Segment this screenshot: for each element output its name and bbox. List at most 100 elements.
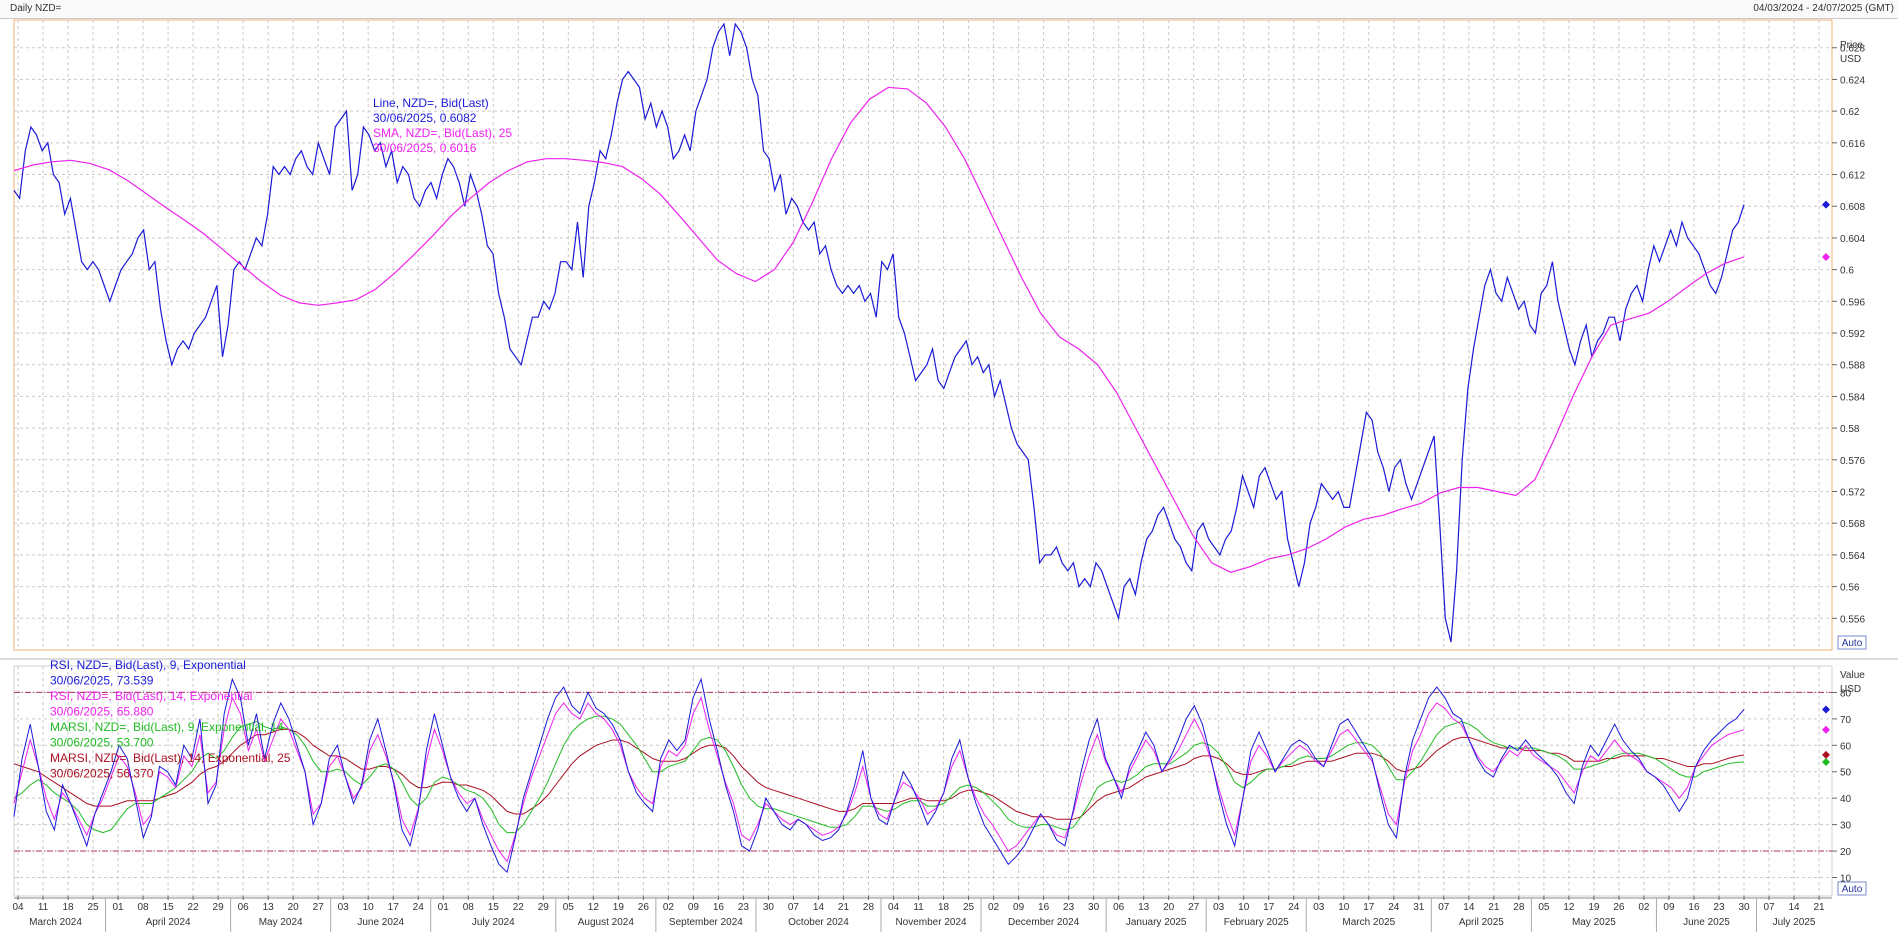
x-tick-label: 15 [488, 902, 500, 913]
x-tick-label: 13 [1138, 902, 1150, 913]
x-month-label: February 2025 [1224, 917, 1289, 928]
y-tick-label: 30 [1840, 821, 1852, 832]
rsi-legend-entry: RSI, NZD=, Bid(Last), 9, Exponential [50, 658, 246, 672]
y-tick-label: 0.62 [1840, 107, 1860, 118]
x-tick-label: 08 [463, 902, 475, 913]
x-month-label: November 2024 [895, 917, 967, 928]
x-tick-label: 11 [913, 902, 924, 913]
y-tick-label: 0.576 [1840, 456, 1865, 467]
x-tick-label: 11 [38, 902, 49, 913]
x-tick-label: 10 [1238, 902, 1250, 913]
x-tick-label: 23 [1713, 902, 1725, 913]
x-tick-label: 10 [1338, 902, 1350, 913]
y-tick-label: 0.604 [1840, 234, 1865, 245]
price-legend-entry: 30/06/2025, 0.6082 [373, 111, 477, 125]
x-tick-label: 06 [1113, 902, 1125, 913]
x-tick-label: 01 [438, 902, 450, 913]
x-tick-label: 30 [763, 902, 775, 913]
x-tick-label: 13 [263, 902, 275, 913]
x-month-label: March 2024 [29, 917, 82, 928]
x-tick-label: 24 [1388, 902, 1400, 913]
y-tick-label: 0.56 [1840, 583, 1860, 594]
x-tick-label: 20 [1163, 902, 1175, 913]
x-tick-label: 18 [62, 902, 74, 913]
rsi-axis-unit: USD [1840, 684, 1861, 695]
rsi-legend-entry: 30/06/2025, 53.700 [50, 736, 154, 750]
x-tick-label: 23 [1063, 902, 1075, 913]
x-tick-label: 01 [112, 902, 124, 913]
y-tick-label: 40 [1840, 794, 1852, 805]
x-tick-label: 21 [838, 902, 850, 913]
x-axis: 04 11 18 25 01 08 15 22 29 06 13 20 27 03 10 17 24 01 08 15… [12, 896, 1832, 932]
x-month-label: July 2025 [1773, 917, 1816, 928]
x-tick-label: 14 [813, 902, 825, 913]
y-tick-label: 50 [1840, 768, 1852, 779]
y-tick-label: 0.624 [1840, 75, 1865, 86]
x-tick-label: 24 [1288, 902, 1300, 913]
x-tick-label: 16 [1038, 902, 1050, 913]
x-tick-label: 21 [1488, 902, 1500, 913]
x-tick-label: 16 [1688, 902, 1700, 913]
rsi-legend-entry: 30/06/2025, 56.370 [50, 767, 154, 781]
x-tick-label: 03 [1313, 902, 1325, 913]
x-tick-label: 30 [1088, 902, 1100, 913]
x-tick-label: 07 [1438, 902, 1450, 913]
x-month-label: May 2025 [1572, 917, 1616, 928]
y-tick-label: 0.572 [1840, 488, 1865, 499]
rsi-auto-button-label: Auto [1842, 884, 1863, 895]
x-month-label: June 2025 [1683, 917, 1730, 928]
x-tick-label: 24 [413, 902, 425, 913]
rsi-auto-button[interactable]: Auto [1837, 881, 1867, 896]
x-month-label: June 2024 [357, 917, 404, 928]
y-tick-label: 0.584 [1840, 392, 1865, 403]
x-month-label: January 2025 [1126, 917, 1187, 928]
x-tick-label: 03 [338, 902, 350, 913]
x-tick-label: 26 [638, 902, 650, 913]
x-tick-label: 03 [1213, 902, 1225, 913]
x-tick-label: 21 [1813, 902, 1825, 913]
chart-canvas[interactable]: 0.556 0.56 0.564 0.568 0.572 0.576 0.58 0.584 0.… [0, 18, 1898, 932]
x-tick-label: 07 [1763, 902, 1775, 913]
x-tick-label: 17 [388, 902, 400, 913]
price-legend-entry: Line, NZD=, Bid(Last) [373, 96, 489, 110]
x-tick-label: 07 [788, 902, 800, 913]
x-tick-label: 14 [1463, 902, 1475, 913]
x-tick-label: 02 [988, 902, 1000, 913]
x-month-label: December 2024 [1008, 917, 1080, 928]
y-tick-label: 0.58 [1840, 424, 1860, 435]
x-tick-label: 27 [1188, 902, 1200, 913]
x-month-label: March 2025 [1342, 917, 1395, 928]
x-tick-label: 04 [888, 902, 900, 913]
x-tick-label: 15 [163, 902, 175, 913]
y-tick-label: 60 [1840, 741, 1852, 752]
y-tick-label: 0.564 [1840, 551, 1865, 562]
x-tick-label: 14 [1788, 902, 1800, 913]
x-tick-label: 09 [688, 902, 700, 913]
y-tick-label: 0.568 [1840, 519, 1865, 530]
y-tick-label: 0.556 [1840, 614, 1865, 625]
x-tick-label: 29 [538, 902, 550, 913]
rsi-legend-entry: MARSI, NZD=, Bid(Last), 14, Exponential,… [50, 751, 291, 765]
date-range: 04/03/2024 - 24/07/2025 (GMT) [1753, 3, 1894, 14]
x-tick-label: 09 [1663, 902, 1675, 913]
x-tick-label: 12 [1563, 902, 1575, 913]
x-tick-label: 25 [963, 902, 975, 913]
x-tick-label: 30 [1738, 902, 1750, 913]
x-month-label: October 2024 [788, 917, 849, 928]
x-tick-label: 10 [363, 902, 375, 913]
price-legend-entry: 30/06/2025, 0.6016 [373, 141, 477, 155]
x-tick-label: 17 [1263, 902, 1275, 913]
x-tick-label: 18 [938, 902, 950, 913]
x-tick-label: 16 [713, 902, 725, 913]
y-tick-label: 0.608 [1840, 202, 1865, 213]
x-tick-label: 27 [313, 902, 325, 913]
x-month-label: April 2024 [146, 917, 191, 928]
y-tick-label: 0.612 [1840, 171, 1865, 182]
x-tick-label: 20 [288, 902, 300, 913]
price-auto-button[interactable]: Auto [1837, 635, 1867, 650]
y-tick-label: 0.616 [1840, 139, 1865, 150]
price-auto-button-label: Auto [1842, 638, 1863, 649]
x-tick-label: 09 [1013, 902, 1025, 913]
x-month-label: May 2024 [259, 917, 303, 928]
rsi-panel-frame [13, 665, 1833, 897]
